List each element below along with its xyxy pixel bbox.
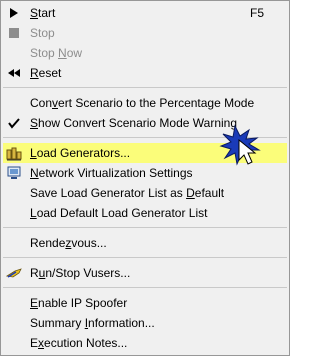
play-icon [6, 5, 22, 21]
menu-item-load-default-lg-list[interactable]: Load Default Load Generator List [3, 203, 287, 223]
menu-item-label: Rendezvous... [30, 236, 107, 250]
menu-separator [3, 87, 287, 88]
menu-item-stop-now[interactable]: Stop Now [3, 43, 287, 63]
menu-item-label: Start [30, 6, 56, 20]
menu-item-summary-information[interactable]: Summary Information... [3, 313, 287, 333]
menu-item-run-stop-vusers[interactable]: Run/Stop Vusers... [3, 263, 287, 283]
menu-item-label: Save Load Generator List as Default [30, 186, 225, 200]
menu-item-label: Load Default Load Generator List [30, 206, 208, 220]
menu-item-label: Enable IP Spoofer [30, 296, 128, 310]
vusers-icon [5, 265, 22, 281]
menu-item-label: Reset [30, 66, 62, 80]
checkmark-icon [6, 115, 22, 131]
stop-icon [6, 25, 22, 41]
menu-item-save-lg-list-default[interactable]: Save Load Generator List as Default [3, 183, 287, 203]
menu-item-rendezvous[interactable]: Rendezvous... [3, 233, 287, 253]
rewind-icon [6, 65, 22, 81]
menu-item-reset[interactable]: Reset [3, 63, 287, 83]
menu-item-label: Execution Notes... [30, 336, 128, 350]
menu-item-label: Show Convert Scenario Mode Warning [30, 116, 237, 130]
menu-item-stop[interactable]: Stop [3, 23, 287, 43]
scenario-context-menu: Start F5 Stop Stop Now Reset Convert Sce… [0, 0, 290, 356]
menu-item-convert-scenario[interactable]: Convert Scenario to the Percentage Mode [3, 93, 287, 113]
menu-item-label: Stop Now [30, 46, 83, 60]
menu-item-label: Summary Information... [30, 316, 155, 330]
mouse-pointer-icon [219, 124, 261, 166]
network-icon [6, 165, 22, 181]
menu-item-start[interactable]: Start F5 [3, 3, 287, 23]
menu-separator [3, 257, 287, 258]
menu-separator [3, 227, 287, 228]
menu-item-label: Network Virtualization Settings [30, 166, 193, 180]
menu-item-label: Stop [30, 26, 55, 40]
menu-item-label: Run/Stop Vusers... [30, 266, 131, 280]
menu-separator [3, 287, 287, 288]
load-generators-icon [6, 145, 22, 161]
menu-item-execution-notes[interactable]: Execution Notes... [3, 333, 287, 353]
menu-item-enable-ip-spoofer[interactable]: Enable IP Spoofer [3, 293, 287, 313]
menu-item-label: Load Generators... [30, 146, 131, 160]
menu-item-label: Convert Scenario to the Percentage Mode [30, 96, 255, 110]
shortcut-label: F5 [249, 6, 264, 20]
